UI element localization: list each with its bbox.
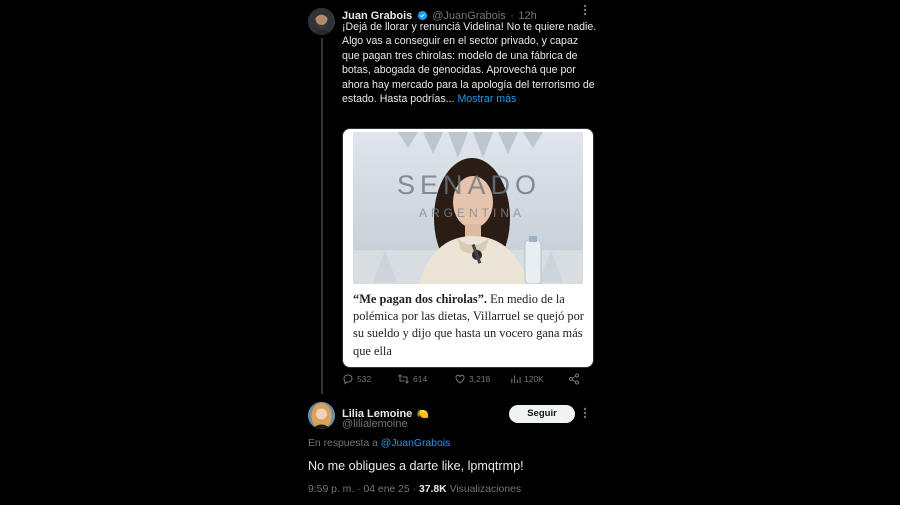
reply-action[interactable]: 532 <box>342 373 371 385</box>
views-action[interactable]: 120K <box>510 373 544 385</box>
backdrop-senado-text: SENADO <box>397 170 542 200</box>
avatar-lilia-lemoine[interactable] <box>308 402 335 429</box>
more-icon[interactable] <box>583 4 587 19</box>
share-icon <box>568 373 580 385</box>
reply-author-handle[interactable]: @lilialemoine <box>342 418 408 430</box>
reply-views-label: Visualizaciones <box>449 484 522 495</box>
share-action[interactable] <box>568 373 580 385</box>
news-caption: “Me pagan dos chirolas”. En medio de la … <box>353 291 585 360</box>
reply-text: No me obligues a darte like, lpmqtrmp! <box>308 459 524 473</box>
views-icon <box>510 373 521 385</box>
reply-time[interactable]: 9:59 p. m. <box>308 484 354 495</box>
views-count: 120K <box>524 374 544 384</box>
like-action[interactable]: 3,218 <box>454 373 490 385</box>
reply-views-count: 37.8K <box>418 484 447 495</box>
reply-date[interactable]: 04 ene 25 <box>363 484 409 495</box>
lemon-emoji: 🍋 <box>416 409 430 420</box>
reply-context: En respuesta a @JuanGrabois <box>308 438 450 449</box>
follow-button[interactable]: Seguir <box>509 405 575 423</box>
backdrop-argentina-text: ARGENTINA <box>419 206 526 220</box>
meta-separator-2: · <box>412 484 417 495</box>
like-icon <box>454 373 466 385</box>
tweet-thread-pane: Juan Grabois @JuanGrabois · 12h ¡Dejá de… <box>297 0 608 505</box>
caption-quote: “Me pagan dos chirolas”. <box>353 292 488 306</box>
tweet-action-bar: 532 614 3,218 120K <box>342 373 592 389</box>
show-more-link[interactable]: Mostrar más <box>457 93 516 105</box>
like-count: 3,218 <box>469 374 491 384</box>
avatar-juan-grabois[interactable] <box>308 8 335 35</box>
meta-separator: · <box>357 484 361 495</box>
news-image-card[interactable]: SENADO ARGENTINA “Me pagan dos chirolas”… <box>342 128 594 368</box>
tweet-text: ¡Dejá de llorar y renunciá Videlina! No … <box>342 20 598 106</box>
retweet-count: 614 <box>413 374 428 384</box>
reply-more-icon[interactable] <box>583 407 587 422</box>
reply-to-prefix: En respuesta a <box>308 438 381 449</box>
retweet-icon <box>397 373 410 385</box>
thread-connector-line <box>321 38 323 394</box>
reply-icon <box>342 373 354 385</box>
news-photo: SENADO ARGENTINA <box>353 132 583 284</box>
retweet-action[interactable]: 614 <box>397 373 427 385</box>
reply-metadata: 9:59 p. m. · 04 ene 25 · 37.8K Visualiza… <box>308 484 521 495</box>
reply-to-mention[interactable]: @JuanGrabois <box>381 438 450 449</box>
reply-count: 532 <box>357 374 372 384</box>
